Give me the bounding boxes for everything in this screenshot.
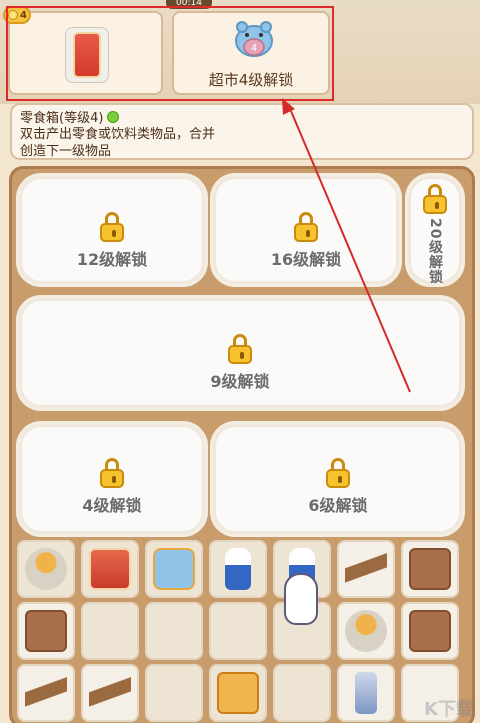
grid-cell[interactable] [337, 664, 395, 722]
locked-zone-12[interactable]: 12级解锁 [19, 176, 205, 284]
grid-cell[interactable] [145, 540, 203, 598]
locked-zone-label: 4级解锁 [82, 496, 142, 515]
open-box-icon [25, 610, 67, 652]
tap-hint-hand-icon [284, 573, 318, 625]
locked-zone-16[interactable]: 16级解锁 [213, 176, 399, 284]
grid-cell[interactable] [209, 602, 267, 660]
info-panel: 零食箱(等级4) 双击产出零食或饮料类物品，合并 创造下一级物品 [10, 103, 474, 160]
grid-cell[interactable] [145, 602, 203, 660]
cardboard-box-icon [409, 548, 451, 590]
grid-cell[interactable] [401, 602, 459, 660]
info-description-line1: 双击产出零食或饮料类物品，合并 [20, 127, 216, 142]
grid-cell[interactable] [17, 664, 75, 722]
noodle-cup-icon [25, 548, 67, 590]
soda-can-icon [355, 672, 377, 714]
grid-cell[interactable] [337, 602, 395, 660]
locked-zone-label: 16级解锁 [270, 250, 342, 269]
locked-zone-label: 12级解锁 [76, 250, 148, 269]
info-icon[interactable] [107, 110, 120, 123]
locked-zone-label: 20级解锁 [427, 218, 443, 285]
snack-gift-box-icon [217, 672, 259, 714]
lock-icon [99, 458, 125, 488]
highlight-box [6, 6, 334, 101]
locked-zone-9[interactable]: 9级解锁 [19, 298, 462, 408]
lock-icon [227, 334, 253, 364]
grid-cell[interactable] [17, 602, 75, 660]
grid-cell[interactable] [273, 664, 331, 722]
hippo-crate-icon [153, 548, 195, 590]
grid-cell[interactable] [145, 664, 203, 722]
milk-bottle-icon [225, 548, 251, 590]
grid-cell[interactable] [209, 540, 267, 598]
watermark: K下载 [424, 699, 474, 720]
grid-cell[interactable] [81, 664, 139, 722]
lock-icon [422, 184, 448, 214]
info-title: 零食箱(等级4) [20, 111, 104, 126]
grid-cell[interactable] [81, 602, 139, 660]
wood-plank-icon [345, 548, 387, 590]
info-description-line2: 创造下一级物品 [20, 144, 112, 159]
locked-zone-label: 9级解锁 [210, 372, 270, 391]
locked-zone-label: 6级解锁 [308, 496, 368, 515]
wood-plank-icon [89, 672, 131, 714]
locked-zone-6[interactable]: 6级解锁 [213, 424, 462, 534]
grid-cell[interactable] [17, 540, 75, 598]
locked-zone-20[interactable]: 20级解锁 [408, 176, 462, 284]
wood-plank-icon [25, 672, 67, 714]
lock-icon [293, 212, 319, 242]
grid-cell[interactable] [337, 540, 395, 598]
grid-cell[interactable] [401, 540, 459, 598]
lock-icon [99, 212, 125, 242]
locked-zone-4[interactable]: 4级解锁 [19, 424, 205, 534]
snack-bag-icon [89, 548, 131, 590]
lock-icon [325, 458, 351, 488]
grid-cell[interactable] [209, 664, 267, 722]
noodle-cup-icon [345, 610, 387, 652]
grid-cell[interactable] [81, 540, 139, 598]
cardboard-box-icon [409, 610, 451, 652]
